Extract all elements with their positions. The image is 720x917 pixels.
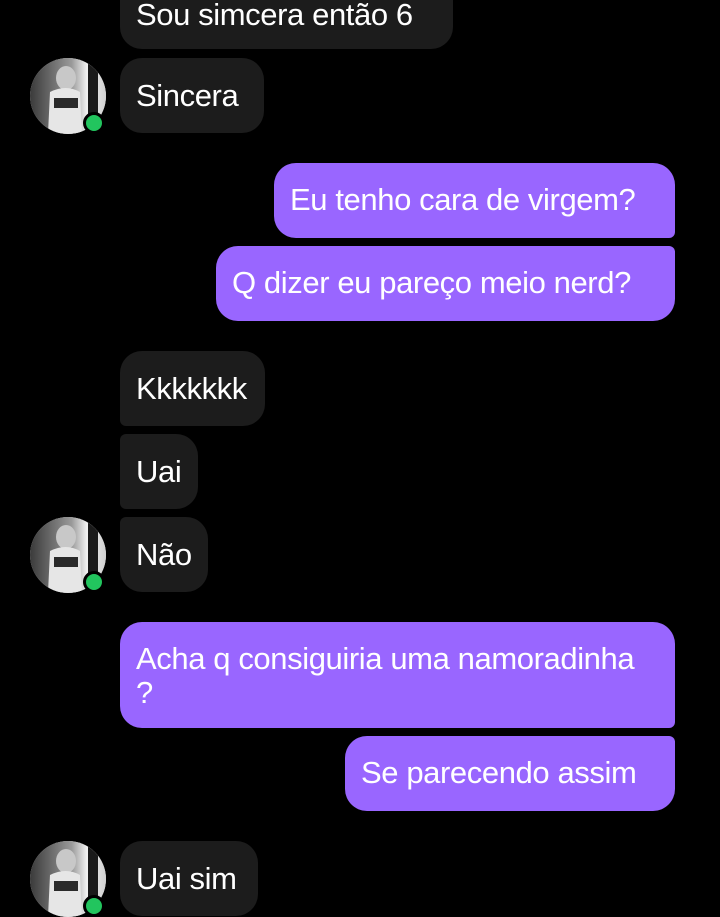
received-message[interactable]: Não [120,517,208,592]
received-message[interactable]: Sou simcera então 6 [120,0,453,49]
contact-avatar[interactable] [30,841,106,917]
sent-message[interactable]: Q dizer eu pareço meio nerd? [216,246,675,321]
received-message[interactable]: Kkkkkkk [120,351,265,426]
contact-avatar[interactable] [30,517,106,593]
contact-avatar[interactable] [30,58,106,134]
received-message[interactable]: Uai sim [120,841,258,916]
sent-message[interactable]: Eu tenho cara de virgem? [274,163,675,238]
online-status-icon [83,895,105,917]
online-status-icon [83,571,105,593]
received-message[interactable]: Uai [120,434,198,509]
sent-message[interactable]: Se parecendo assim [345,736,675,811]
sent-message[interactable]: Acha q consiguiria uma namoradinha ? [120,622,675,728]
online-status-icon [83,112,105,134]
received-message[interactable]: Sincera [120,58,264,133]
